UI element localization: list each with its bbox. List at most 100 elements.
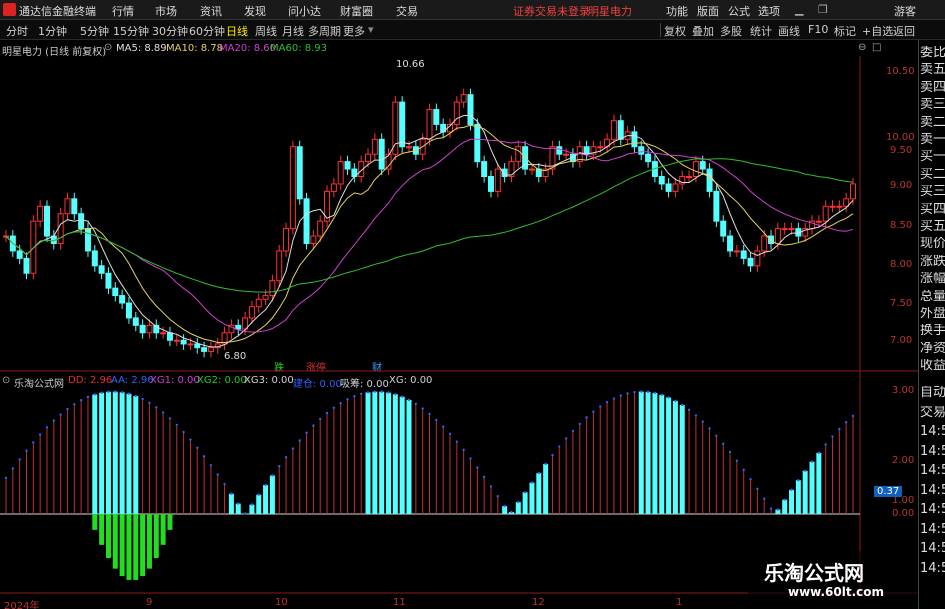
sub-green-bar xyxy=(99,514,105,545)
sub-dot xyxy=(551,453,554,457)
sub-dot xyxy=(38,433,42,436)
sub-cyan-bar xyxy=(392,394,398,514)
sub-dot xyxy=(168,417,172,420)
sub-dot xyxy=(674,399,677,403)
candle-body xyxy=(317,220,324,237)
sub-dot xyxy=(496,495,500,498)
sub-dot xyxy=(803,469,807,472)
sub-dot xyxy=(612,397,616,400)
sub-dot xyxy=(66,407,69,411)
sub-green-bar xyxy=(146,514,152,569)
sub-cyan-bar xyxy=(406,399,412,514)
sub-cyan-bar xyxy=(99,392,105,514)
candle-body xyxy=(276,250,283,282)
candle-body xyxy=(201,347,208,352)
candle-body xyxy=(23,257,30,274)
sub-dot xyxy=(564,437,568,440)
candle-body xyxy=(64,198,71,215)
candle-body xyxy=(406,146,413,149)
sub-dot xyxy=(708,427,711,430)
candle-body xyxy=(563,153,570,156)
sub-dot xyxy=(127,392,131,395)
sub-cyan-bar xyxy=(372,391,378,514)
sub-dot xyxy=(619,394,622,397)
candle-body xyxy=(112,287,119,297)
candle-body xyxy=(337,161,344,185)
sub-dot xyxy=(161,411,165,414)
sub-dot xyxy=(107,390,110,393)
sub-dot xyxy=(530,481,534,484)
sub-dot xyxy=(223,482,226,486)
sub-cyan-bar xyxy=(269,475,275,514)
candle-body xyxy=(720,220,727,237)
sub-dot xyxy=(414,402,418,406)
candle-body xyxy=(733,250,740,253)
candle-body xyxy=(494,168,501,192)
candle-body xyxy=(84,228,91,252)
sub-cyan-bar xyxy=(119,392,125,514)
candle-body xyxy=(508,161,515,178)
candle-body xyxy=(768,235,775,244)
sub-dot xyxy=(797,478,800,482)
candle-body xyxy=(146,324,153,334)
sub-cyan-bar xyxy=(802,470,808,514)
candle-body xyxy=(829,205,836,208)
candle-body xyxy=(713,190,720,222)
sub-cyan-bar xyxy=(515,502,521,514)
candle-body xyxy=(139,324,146,334)
sub-dot xyxy=(722,442,725,445)
kline-chart[interactable] xyxy=(0,0,945,609)
sub-dot xyxy=(469,457,472,460)
sub-dot xyxy=(585,416,588,419)
sub-dot xyxy=(11,467,15,470)
sub-dot xyxy=(120,391,124,394)
candle-body xyxy=(57,213,64,244)
sub-dot xyxy=(844,421,848,424)
candle-body xyxy=(269,280,276,297)
candle-body xyxy=(207,347,214,352)
sub-cyan-bar xyxy=(645,391,651,514)
sub-dot xyxy=(756,487,759,491)
candle-body xyxy=(747,257,754,267)
sub-dot xyxy=(4,476,8,480)
sub-dot xyxy=(264,483,267,487)
candle-body xyxy=(617,120,624,140)
sub-dot xyxy=(749,478,752,481)
sub-dot xyxy=(394,393,397,396)
sub-dot xyxy=(196,446,199,449)
candle-body xyxy=(631,131,638,148)
candle-body xyxy=(706,168,713,192)
sub-dot xyxy=(517,500,520,504)
sub-green-bar xyxy=(119,514,125,577)
sub-cyan-bar xyxy=(228,493,234,514)
sub-dot xyxy=(783,498,786,501)
sub-dot xyxy=(387,391,390,394)
sub-dot xyxy=(851,414,855,418)
sub-dot xyxy=(817,451,821,455)
sub-dot xyxy=(633,390,636,394)
sub-dot xyxy=(667,396,670,399)
sub-dot xyxy=(148,401,151,405)
sub-cyan-bar xyxy=(386,392,392,514)
sub-dot xyxy=(189,438,192,441)
sub-cyan-bar xyxy=(522,492,528,514)
sub-dot xyxy=(155,406,158,409)
candle-body xyxy=(296,146,303,200)
candle-body xyxy=(399,101,406,148)
candle-body xyxy=(727,235,734,252)
sub-cyan-bar xyxy=(782,499,788,514)
sub-dot xyxy=(59,413,62,416)
sub-dot xyxy=(278,464,281,468)
sub-cyan-bar xyxy=(112,391,118,514)
candle-body xyxy=(638,146,645,155)
sub-dot xyxy=(250,503,254,506)
watermark-title: 乐淘公式网 xyxy=(764,561,864,585)
sub-dot xyxy=(503,504,506,508)
sub-dot xyxy=(202,455,206,458)
sub-cyan-bar xyxy=(679,404,685,514)
sub-dot xyxy=(476,466,479,469)
sub-dot xyxy=(694,414,698,417)
sub-cyan-bar xyxy=(789,489,795,514)
sub-dot xyxy=(790,488,793,492)
sub-dot xyxy=(284,456,288,459)
